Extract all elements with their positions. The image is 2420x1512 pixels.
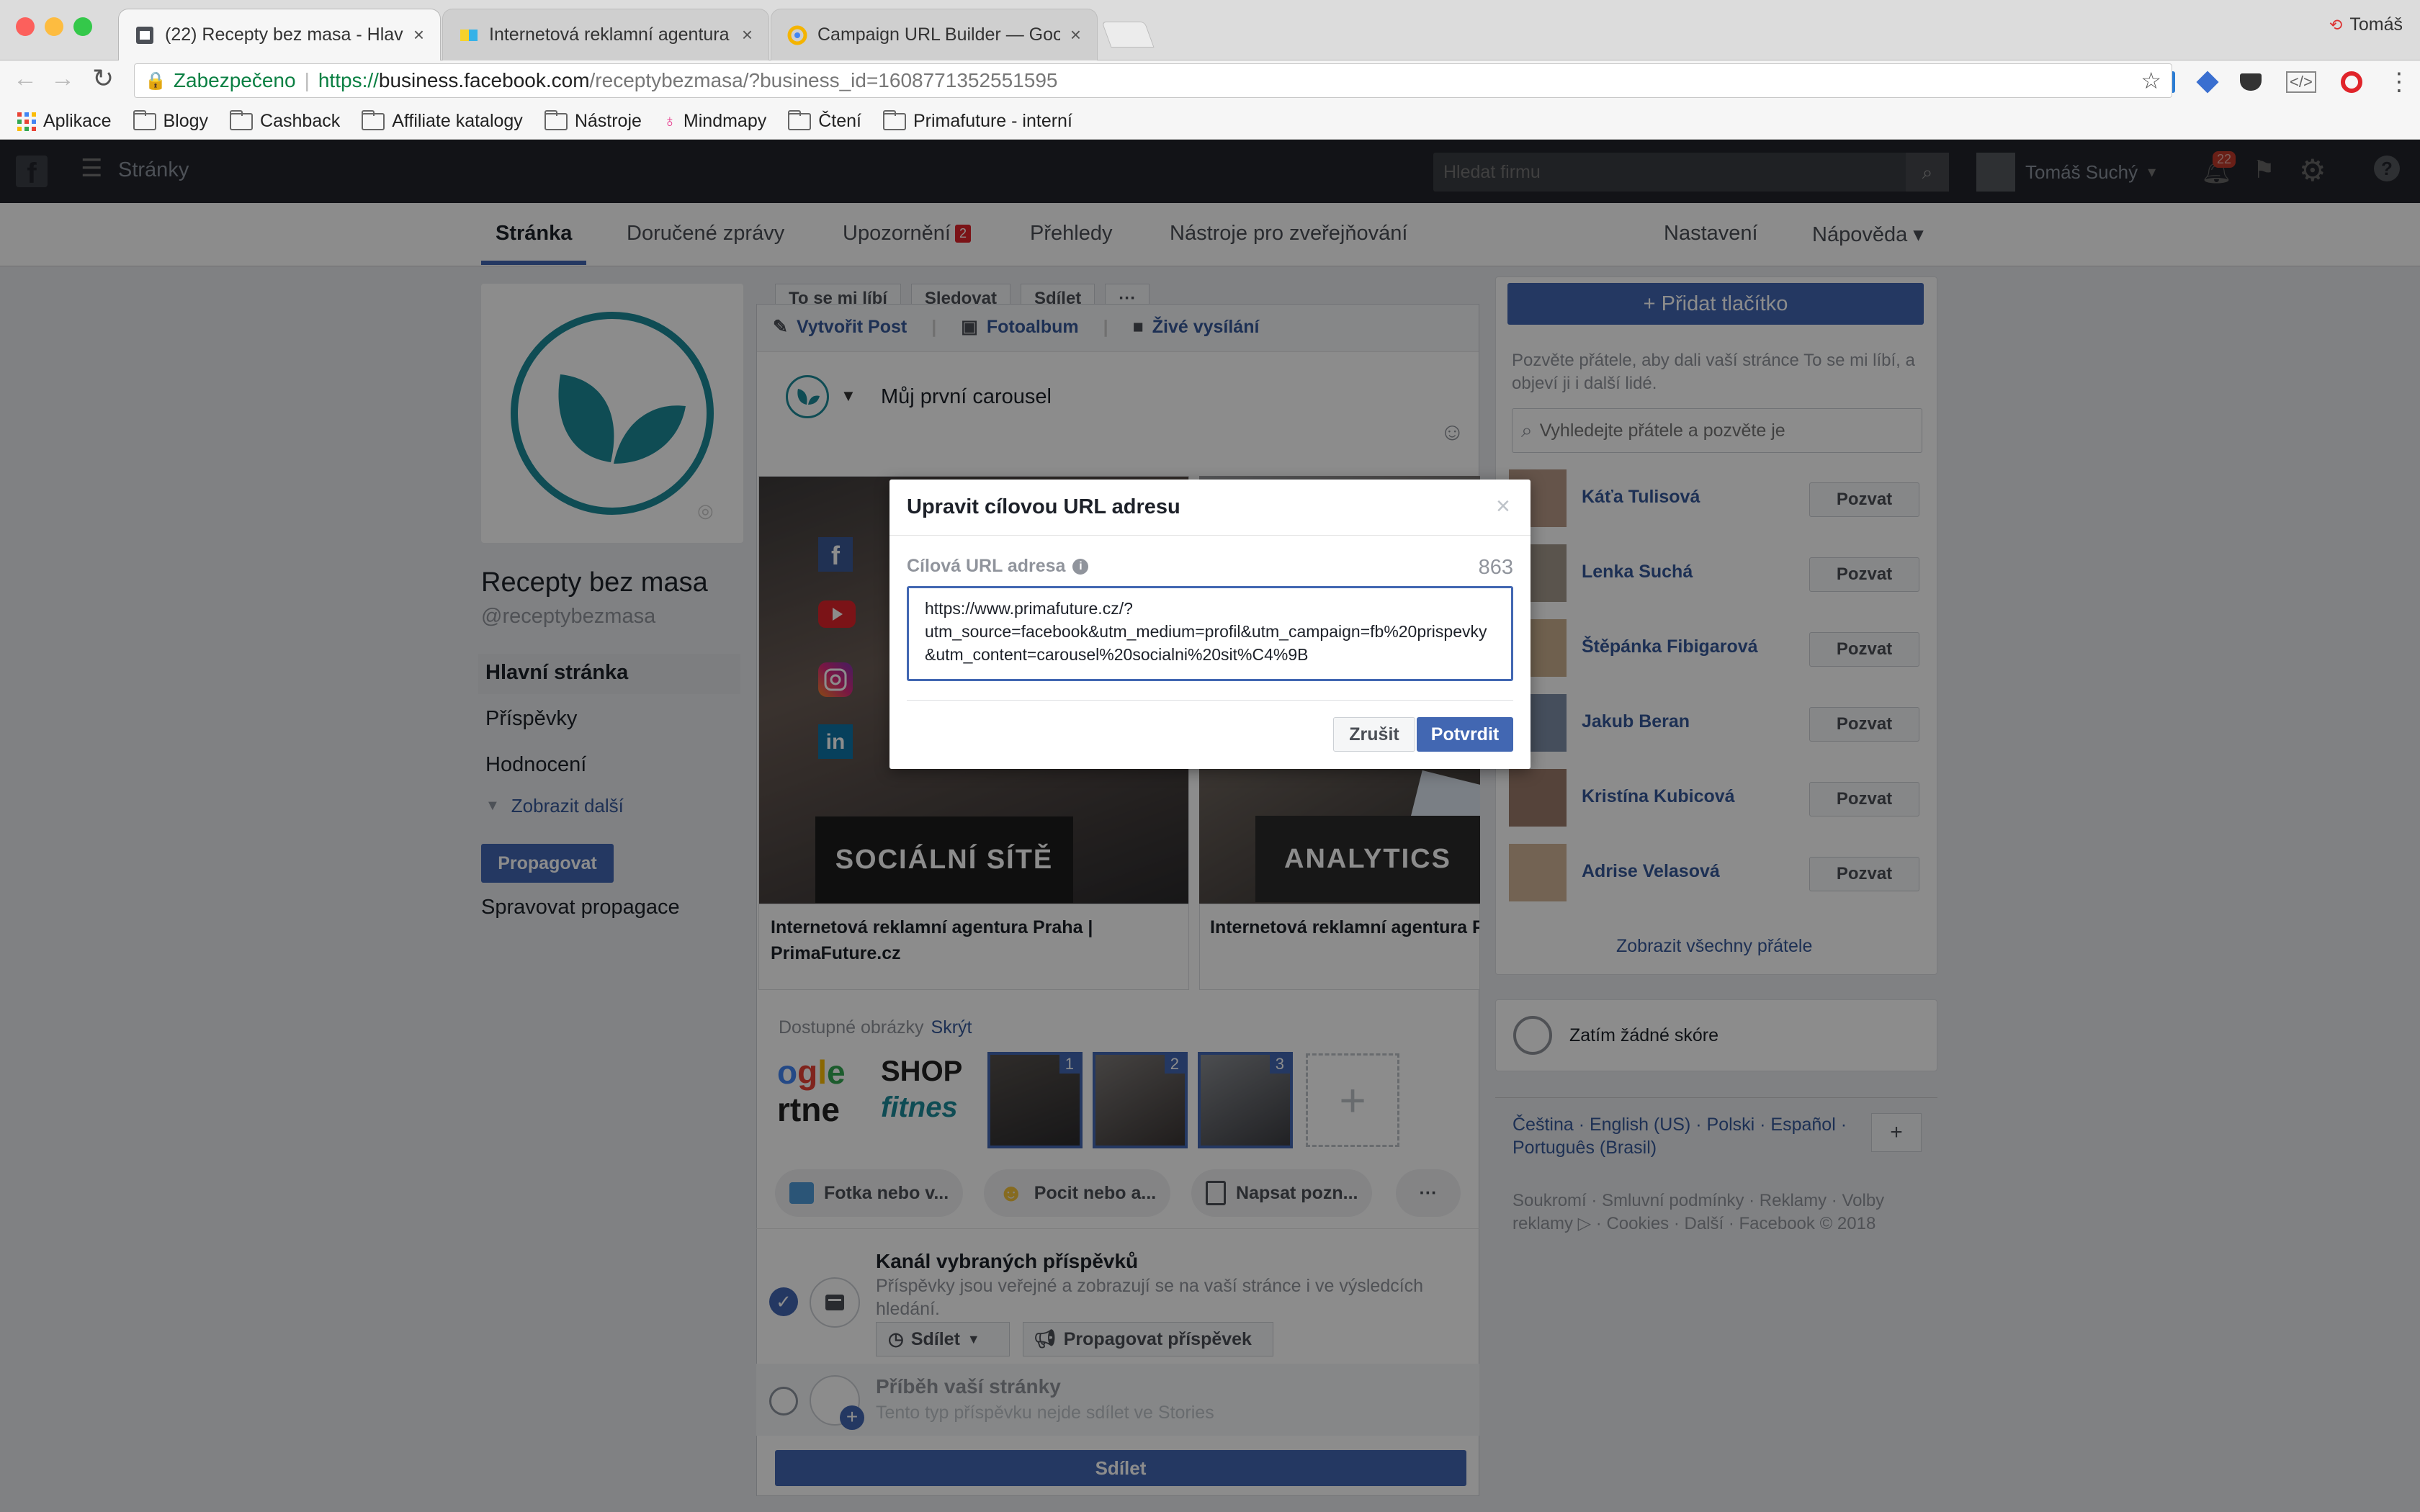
primafuture-favicon-icon [459,25,479,45]
window-maximize-button[interactable] [73,17,92,36]
lock-icon: 🔒 [145,71,166,91]
profile-icon: ⟲ [2329,15,2343,34]
window-minimize-button[interactable] [45,17,63,36]
bookmark-apps[interactable]: Aplikace [17,111,112,132]
ext-diamond-icon[interactable] [2196,71,2219,94]
bookmark-star-icon[interactable]: ☆ [2141,67,2161,94]
chrome-menu-icon[interactable]: ⋮ [2387,68,2411,96]
bookmarks-bar: Aplikace Blogy Cashback Affiliate katalo… [0,104,2420,140]
info-icon[interactable]: i [1072,558,1089,575]
modal-backdrop[interactable] [0,140,2420,1512]
tab-close-icon[interactable]: × [1070,24,1081,46]
chrome-profile[interactable]: ⟲ Tomáš [2329,14,2403,35]
modal-title: Upravit cílovou URL adresu [907,495,1180,518]
back-icon[interactable]: ← [13,65,37,93]
folder-icon [883,109,906,130]
confirm-button[interactable]: Potvrdit [1417,717,1513,752]
forward-icon[interactable]: → [50,65,75,93]
folder-icon [230,109,254,130]
tab-close-icon[interactable]: × [413,24,424,46]
url-host: business.facebook.com [378,69,590,91]
close-icon[interactable]: × [1496,492,1510,521]
apps-grid-icon [17,112,36,131]
url-scheme: https:// [318,69,379,91]
folder-icon [788,109,812,130]
browser-tab-bar: (22) Recepty bez masa - Hlavn × Internet… [0,0,2420,60]
folder-icon [544,109,568,130]
browser-tab-campaign-builder[interactable]: Campaign URL Builder — Goog × [771,9,1098,60]
url-field-label: Cílová URL adresa i [907,556,1089,577]
bookmark-folder-blogy[interactable]: Blogy [133,109,208,132]
bookmark-folder-cteni[interactable]: Čtení [788,109,861,132]
url-path: /receptybezmasa/?business_id=16087713525… [589,69,1058,91]
window-close-button[interactable] [16,17,35,36]
google-favicon-icon [787,25,807,45]
bookmark-folder-cashback[interactable]: Cashback [230,109,340,132]
folder-icon [362,109,385,130]
destination-url-input[interactable]: https://www.primafuture.cz/?utm_source=f… [907,586,1513,681]
bookmark-folder-affiliate[interactable]: Affiliate katalogy [362,109,523,132]
code-icon[interactable]: </> [2286,71,2316,93]
omnibox[interactable]: 🔒 Zabezpečeno | https:// business.facebo… [134,63,2172,98]
browser-tab-primafuture[interactable]: Internetová reklamní agentura × [442,9,769,60]
pocket-icon[interactable] [2240,73,2262,91]
folder-icon [133,109,156,130]
edit-url-modal: Upravit cílovou URL adresu × Cílová URL … [889,480,1531,769]
secure-label: Zabezpečeno [173,69,296,91]
opera-icon[interactable] [2340,71,2362,93]
tab-title: (22) Recepty bez masa - Hlavn [165,24,403,45]
bookmark-mindmapy[interactable]: ♁ Mindmapy [663,111,766,132]
facebook-pages-icon [135,25,155,45]
bookmark-folder-primafuture[interactable]: Primafuture - interní [883,109,1072,132]
new-tab-button[interactable] [1101,22,1155,48]
tab-title: Campaign URL Builder — Goog [817,24,1060,45]
reload-icon[interactable]: ↻ [92,63,114,94]
tab-close-icon[interactable]: × [742,24,753,46]
char-count: 863 [1478,556,1513,579]
bookmark-folder-nastroje[interactable]: Nástroje [544,109,642,132]
modal-header: Upravit cílovou URL adresu [889,480,1531,536]
tab-title: Internetová reklamní agentura [489,24,730,45]
mindmap-icon: ♁ [663,111,676,131]
cancel-button[interactable]: Zrušit [1333,717,1415,752]
extensions-bar: </> ⋮ [2161,68,2411,96]
browser-tab-facebook[interactable]: (22) Recepty bez masa - Hlavn × [118,9,441,60]
